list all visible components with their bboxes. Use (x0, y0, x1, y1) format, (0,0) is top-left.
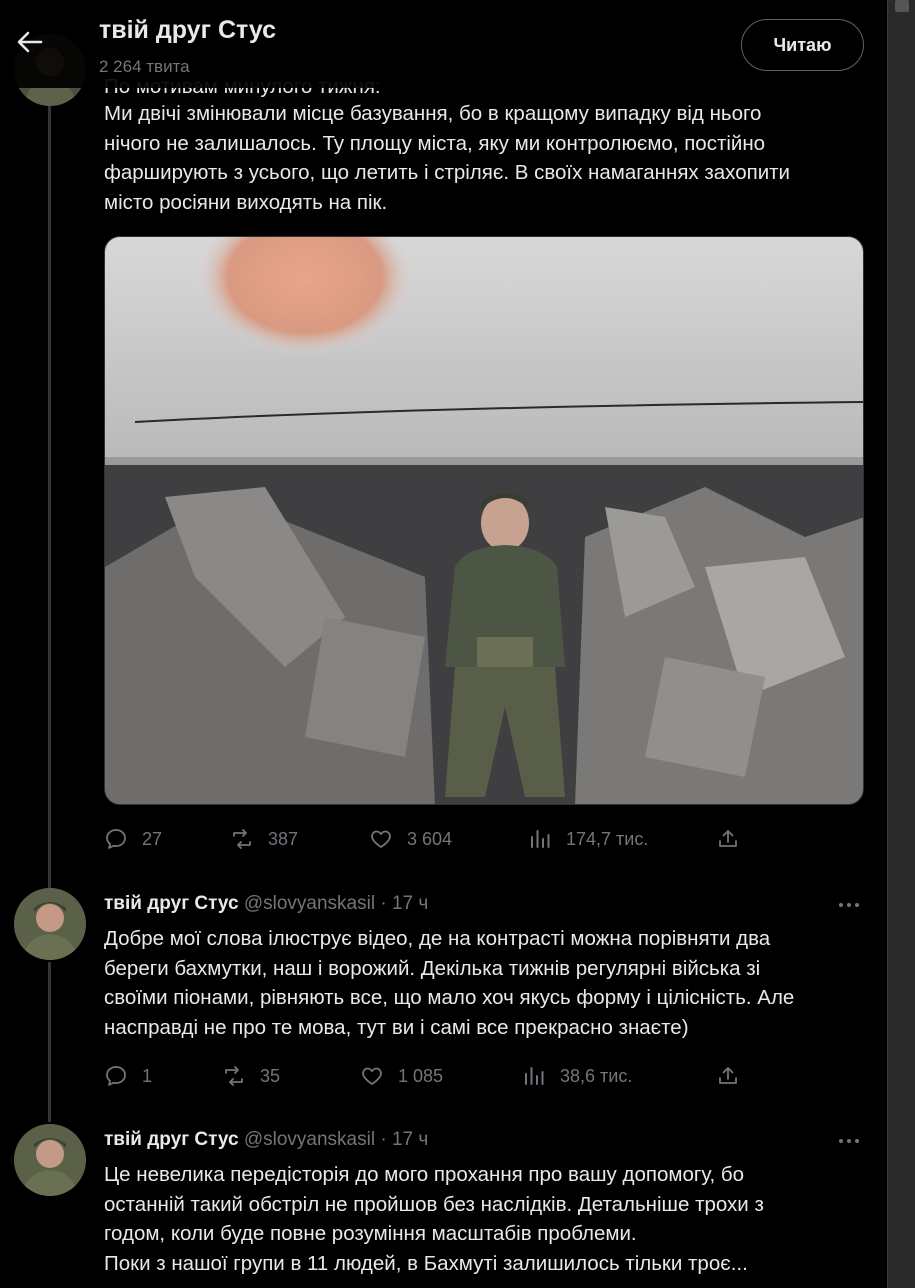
author-name[interactable]: твій друг Стус (104, 1129, 239, 1150)
more-options-button[interactable] (834, 1128, 864, 1154)
timeline: По мотивам минулого тижня: Ми двічі змін… (0, 0, 887, 1288)
tweet-photo[interactable] (104, 236, 864, 805)
tweet-actions: 27 387 3 604 174,7 тис. (104, 824, 744, 854)
page-title: твій друг Стус (99, 16, 277, 44)
more-icon (839, 1139, 859, 1143)
retweet-button[interactable]: 35 (222, 1061, 280, 1091)
scrollbar[interactable] (887, 0, 915, 1288)
views-count: 174,7 тис. (566, 828, 649, 849)
retweet-icon (225, 1066, 243, 1086)
tweet-header: твій друг Стус @slovyanskasil · 17 ч (104, 891, 428, 917)
tweet-actions: 1 35 1 085 38,6 тис. (104, 1061, 744, 1091)
author-handle-time[interactable]: @slovyanskasil · 17 ч (244, 1129, 428, 1150)
thread-line (48, 962, 51, 1122)
retweet-count: 387 (268, 828, 299, 849)
thread-line (48, 88, 51, 888)
tweet-text: Це невелика передісторія до мого проханн… (104, 1163, 764, 1275)
views-button[interactable]: 174,7 тис. (528, 824, 648, 854)
profile-header: твій друг Стус 2 264 твита Читаю (0, 0, 887, 88)
scrollbar-thumb[interactable] (895, 0, 909, 12)
like-count: 1 085 (398, 1065, 444, 1086)
reply-count: 1 (142, 1065, 153, 1086)
share-button[interactable] (716, 824, 754, 854)
tweet-header: твій друг Стус @slovyanskasil · 17 ч (104, 1127, 428, 1153)
heart-icon (362, 1067, 382, 1085)
share-icon (719, 830, 737, 847)
tweet-text: Добре мої слова ілюструє відео, де на ко… (104, 927, 795, 1039)
avatar[interactable] (14, 888, 86, 960)
reply-count: 27 (142, 828, 163, 849)
like-button[interactable]: 3 604 (369, 824, 452, 854)
following-button[interactable]: Читаю (741, 19, 864, 71)
retweet-button[interactable]: 387 (230, 824, 298, 854)
reply-button[interactable]: 27 (104, 824, 162, 854)
like-count: 3 604 (407, 828, 453, 849)
more-options-button[interactable] (834, 892, 864, 918)
reply-button[interactable]: 1 (104, 1061, 152, 1091)
views-button[interactable]: 38,6 тис. (522, 1061, 632, 1091)
analytics-icon (525, 1067, 544, 1085)
retweet-icon (233, 829, 251, 849)
heart-icon (371, 830, 391, 848)
tweet-text: Ми двічі змінювали місце базування, бо в… (104, 102, 790, 214)
retweet-count: 35 (260, 1065, 281, 1086)
share-button[interactable] (716, 1061, 754, 1091)
tweet-count: 2 264 твита (99, 57, 190, 76)
views-count: 38,6 тис. (560, 1065, 633, 1086)
author-handle-time[interactable]: @slovyanskasil · 17 ч (244, 893, 428, 914)
like-button[interactable]: 1 085 (360, 1061, 443, 1091)
reply-icon (106, 829, 126, 849)
arrow-left-icon (17, 31, 43, 53)
avatar[interactable] (14, 1124, 86, 1196)
more-icon (839, 903, 859, 907)
reply-icon (106, 1066, 126, 1086)
back-button[interactable] (12, 24, 48, 60)
analytics-icon (531, 830, 550, 848)
share-icon (719, 1067, 737, 1084)
author-name[interactable]: твій друг Стус (104, 893, 239, 914)
